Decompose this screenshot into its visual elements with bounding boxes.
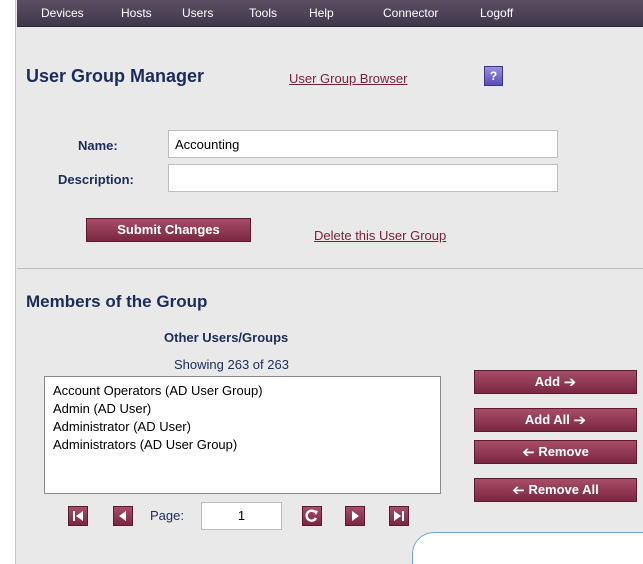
previous-page-icon [119,511,126,521]
page-title: User Group Manager [26,66,205,86]
page: Devices Hosts Users Tools Help Connector… [0,0,643,564]
refresh-icon [305,509,318,522]
remove-all-button[interactable]: ➔ Remove All [474,478,637,502]
section-divider [17,268,643,269]
description-field[interactable] [168,164,558,192]
remove-all-label: Remove All [528,482,599,497]
nav-devices[interactable]: Devices [41,6,84,20]
page-number-input[interactable]: 1 [201,502,282,530]
other-users-list[interactable]: Account Operators (AD User Group) Admin … [44,376,441,494]
left-frame-edge [0,0,16,564]
submit-changes-button[interactable]: Submit Changes [86,218,251,242]
previous-page-button[interactable] [113,506,133,526]
add-label: Add [534,374,561,389]
other-users-heading: Other Users/Groups [164,330,289,345]
members-section-title: Members of the Group [26,292,208,311]
showing-count: Showing 263 of 263 [174,357,289,372]
help-icon[interactable]: ? [484,66,503,86]
name-field[interactable] [168,130,558,158]
list-item[interactable]: Administrators (AD User Group) [53,436,432,454]
nav-tools[interactable]: Tools [249,6,277,20]
next-page-icon [352,511,359,521]
list-item[interactable]: Account Operators (AD User Group) [53,382,432,400]
user-group-browser-link[interactable]: User Group Browser [289,71,407,86]
nav-users[interactable]: Users [182,6,213,20]
arrow-left-icon: ➔ [522,443,535,461]
description-label: Description: [58,172,134,187]
first-page-button[interactable] [68,506,88,526]
list-item[interactable]: Admin (AD User) [53,400,432,418]
arrow-right-icon: ➔ [563,373,577,391]
add-button[interactable]: Add ➔ [474,370,637,394]
top-nav: Devices Hosts Users Tools Help Connector… [17,0,643,27]
refresh-button[interactable] [302,506,322,526]
last-page-icon [394,511,404,521]
arrow-right-icon: ➔ [573,411,587,429]
remove-button[interactable]: ➔ Remove [474,440,637,464]
add-all-button[interactable]: Add All ➔ [474,408,637,432]
page-label: Page: [150,508,184,523]
nav-hosts[interactable]: Hosts [121,6,152,20]
add-all-label: Add All [524,412,570,427]
next-page-button[interactable] [345,506,365,526]
delete-user-group-link[interactable]: Delete this User Group [314,228,446,243]
arrow-left-icon: ➔ [512,481,525,499]
name-label: Name: [78,138,118,153]
list-item[interactable]: Administrator (AD User) [53,418,432,436]
nav-connector[interactable]: Connector [383,6,438,20]
panel-edge [412,532,643,564]
nav-logoff[interactable]: Logoff [480,6,513,20]
last-page-button[interactable] [389,506,409,526]
nav-help[interactable]: Help [309,6,334,20]
remove-label: Remove [538,444,589,459]
first-page-icon [73,511,83,521]
